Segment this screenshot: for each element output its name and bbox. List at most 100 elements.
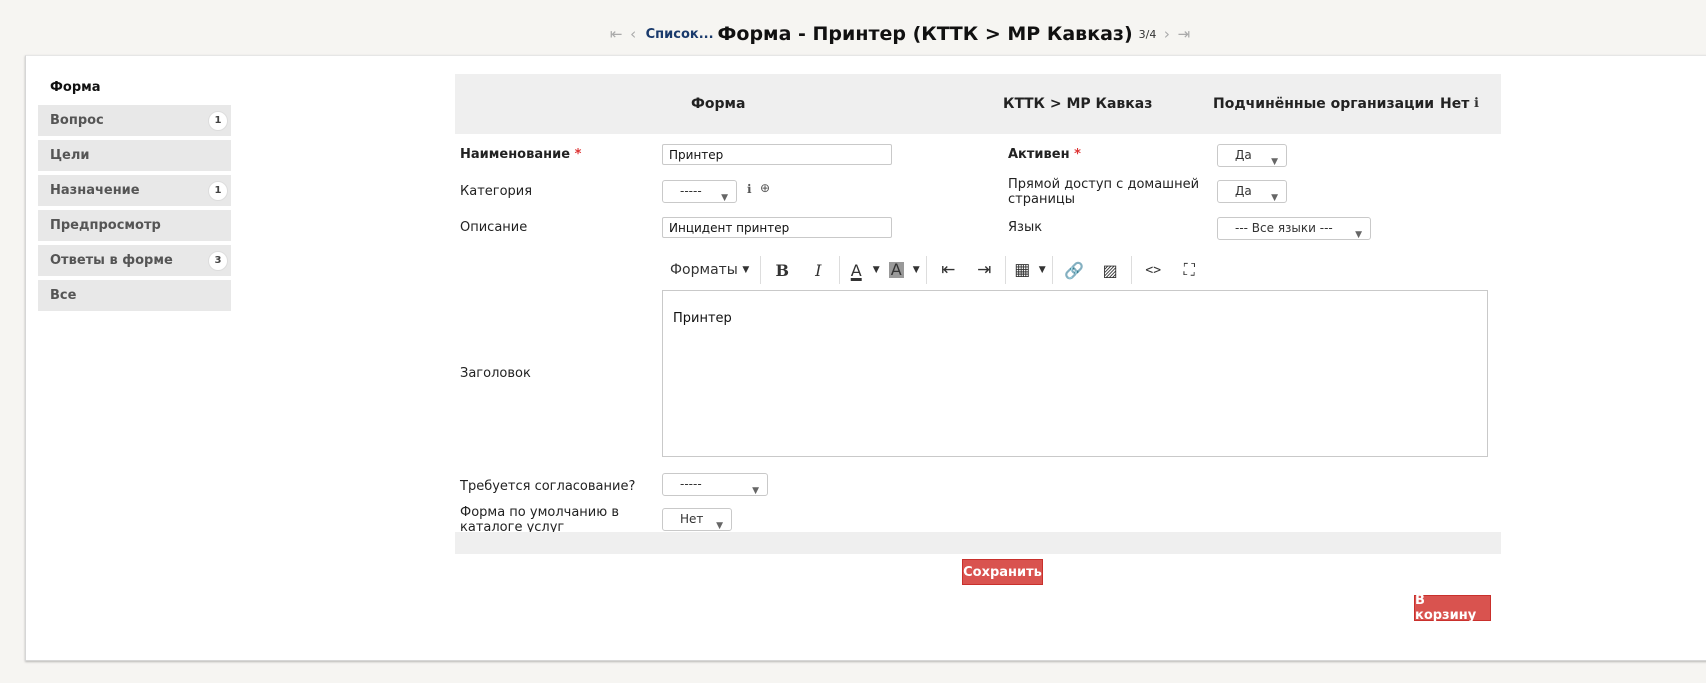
name-label-text: Наименование [460, 147, 571, 162]
default-form-select-value: Нет [680, 512, 704, 526]
code-icon[interactable]: <> [1135, 255, 1171, 285]
text-color-icon[interactable]: A [843, 255, 869, 285]
description-label: Описание [460, 220, 528, 235]
title-label: Заголовок [460, 366, 531, 381]
sidebar-item-label: Предпросмотр [50, 218, 161, 233]
sidebar-item-label: Цели [50, 148, 90, 163]
count-badge: 1 [208, 180, 228, 201]
active-select-value: Да [1235, 148, 1252, 162]
info-icon[interactable]: ℹ [747, 182, 752, 196]
form-footer [455, 532, 1501, 554]
chevron-down-icon: ▼ [721, 193, 728, 203]
title-editor[interactable]: Принтер [662, 290, 1488, 457]
caret-down-icon[interactable]: ▼ [1035, 255, 1049, 285]
direct-access-label: Прямой доступ с домашней страницы [1008, 177, 1199, 207]
form-area: Форма КТТК > МР Кавказ Подчинённые орган… [455, 74, 1501, 623]
name-label: Наименование * [460, 147, 581, 162]
category-select[interactable]: ----- ▼ [662, 180, 737, 203]
sidebar-item-label: Вопрос [50, 113, 104, 128]
record-counter: 3/4 [1138, 27, 1157, 41]
language-label: Язык [1008, 220, 1043, 235]
sidebar-item-question[interactable]: Вопрос 1 [38, 105, 231, 136]
chevron-down-icon: ▼ [1355, 230, 1362, 240]
sidebar-item-form-answers[interactable]: Ответы в форме 3 [38, 245, 231, 276]
approval-label: Требуется согласование? [460, 479, 636, 494]
record-navigation: ⇤ ‹ Список... Форма - Принтер (КТТК > МР… [0, 20, 1706, 48]
header-subordinate-value: Нет [1440, 96, 1470, 112]
default-form-label: Форма по умолчанию в каталоге услуг [460, 505, 619, 535]
main-panel: Форма Вопрос 1 Цели Назначение 1 Предпро… [25, 55, 1706, 661]
category-select-value: ----- [680, 184, 702, 198]
sidebar-item-assignment[interactable]: Назначение 1 [38, 175, 231, 206]
last-record-icon[interactable]: ⇥ [1177, 25, 1191, 43]
toolbar-separator [1005, 256, 1007, 284]
sidebar-item-label: Назначение [50, 183, 140, 198]
direct-access-label-line: страницы [1008, 192, 1075, 207]
toolbar-separator [926, 256, 928, 284]
direct-access-select[interactable]: Да ▼ [1217, 180, 1287, 203]
header-organization: КТТК > МР Кавказ [1003, 96, 1153, 112]
sidebar: Форма Вопрос 1 Цели Назначение 1 Предпро… [38, 73, 231, 315]
caret-down-icon: ▼ [742, 265, 750, 275]
approval-select[interactable]: ----- ▼ [662, 473, 768, 496]
indent-icon[interactable]: ⇥ [966, 255, 1002, 285]
toolbar-separator [1052, 256, 1054, 284]
header-subordinate-orgs: Подчинённые организации [1213, 96, 1435, 112]
header-form: Форма [691, 96, 746, 112]
outdent-icon[interactable]: ⇤ [930, 255, 966, 285]
chevron-down-icon: ▼ [752, 486, 759, 496]
form-header: Форма КТТК > МР Кавказ Подчинённые орган… [455, 74, 1501, 134]
count-badge: 1 [208, 110, 228, 131]
sidebar-item-goals[interactable]: Цели [38, 140, 231, 171]
direct-access-select-value: Да [1235, 184, 1252, 198]
chevron-down-icon: ▼ [1271, 193, 1278, 203]
bold-icon[interactable]: B [764, 255, 800, 285]
sidebar-item-form[interactable]: Форма [38, 73, 231, 101]
formats-label: Форматы [670, 262, 738, 278]
editor-toolbar: Форматы ▼ B I A ▼ A ▼ ⇤ ⇥ ▦ ▼ 🔗 ▨ <> ⛶ [662, 252, 1208, 288]
approval-select-value: ----- [680, 477, 702, 491]
description-input[interactable] [662, 217, 892, 238]
fullscreen-icon[interactable]: ⛶ [1171, 255, 1207, 285]
name-input[interactable] [662, 144, 892, 165]
sidebar-item-label: Форма [50, 79, 101, 95]
toolbar-separator [760, 256, 762, 284]
sidebar-item-label: Ответы в форме [50, 253, 173, 268]
count-badge: 3 [208, 250, 228, 271]
next-record-icon[interactable]: › [1160, 25, 1173, 43]
list-link[interactable]: Список... [646, 27, 714, 42]
italic-icon[interactable]: I [800, 255, 836, 285]
sidebar-item-label: Все [50, 288, 77, 303]
active-label-text: Активен [1008, 147, 1070, 162]
direct-access-label-line: Прямой доступ с домашней [1008, 177, 1200, 192]
sidebar-item-preview[interactable]: Предпросмотр [38, 210, 231, 241]
language-select-value: --- Все языки --- [1235, 221, 1333, 235]
active-label: Активен * [1008, 147, 1081, 162]
formats-dropdown[interactable]: Форматы ▼ [662, 255, 757, 285]
toolbar-separator [839, 256, 841, 284]
required-marker: * [574, 147, 582, 162]
caret-down-icon[interactable]: ▼ [869, 255, 883, 285]
language-select[interactable]: --- Все языки --- ▼ [1217, 217, 1371, 240]
title-editor-content: Принтер [673, 311, 732, 326]
caret-down-icon[interactable]: ▼ [909, 255, 923, 285]
info-icon[interactable]: ℹ [1474, 96, 1479, 111]
page-title: Форма - Принтер (КТТК > МР Кавказ) [717, 23, 1133, 45]
required-marker: * [1074, 147, 1081, 162]
previous-record-icon[interactable]: ‹ [627, 25, 640, 43]
image-icon[interactable]: ▨ [1092, 255, 1128, 285]
chevron-down-icon: ▼ [1271, 157, 1278, 167]
default-form-label-line: Форма по умолчанию в [460, 505, 619, 520]
save-button[interactable]: Сохранить [962, 559, 1043, 585]
add-circle-icon[interactable]: ⊕ [760, 181, 770, 195]
default-form-select[interactable]: Нет ▼ [662, 508, 732, 531]
trash-button[interactable]: В корзину [1414, 593, 1491, 623]
background-color-icon[interactable]: A [883, 255, 909, 285]
first-record-icon[interactable]: ⇤ [610, 25, 623, 43]
toolbar-separator [1131, 256, 1133, 284]
table-icon[interactable]: ▦ [1009, 255, 1035, 285]
sidebar-item-all[interactable]: Все [38, 280, 231, 311]
category-label: Категория [460, 184, 533, 199]
link-icon[interactable]: 🔗 [1056, 255, 1092, 285]
active-select[interactable]: Да ▼ [1217, 144, 1287, 167]
